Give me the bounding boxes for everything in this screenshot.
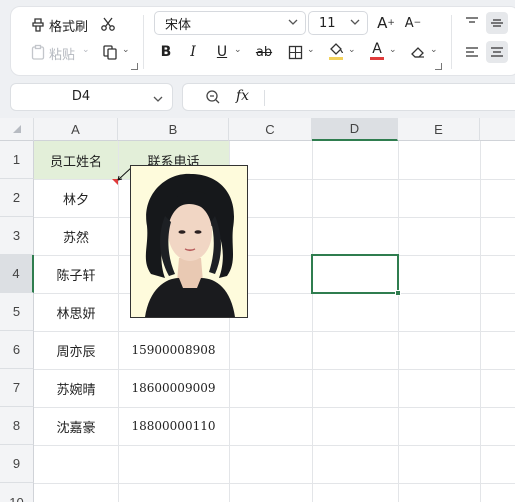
cell-a8[interactable]: 沈嘉豪	[34, 407, 118, 445]
underline-dropdown-icon[interactable]: ⌄	[234, 45, 242, 55]
row-header-5[interactable]: 5	[0, 293, 34, 331]
decrease-font-size-button[interactable]: A −	[402, 12, 424, 34]
formula-bar: fx	[182, 83, 515, 111]
font-name-select[interactable]: 宋体	[154, 11, 306, 35]
align-left-icon	[466, 47, 478, 57]
align-top-icon	[466, 17, 478, 23]
strikethrough-button[interactable]: ab	[253, 41, 275, 63]
clipboard-expand-icon[interactable]	[131, 63, 138, 70]
fill-color-swatch	[329, 57, 343, 60]
chevron-down-icon[interactable]	[152, 90, 164, 109]
column-header-c[interactable]: C	[229, 118, 312, 141]
fx-button[interactable]: fx	[236, 88, 249, 104]
formula-divider	[264, 90, 265, 106]
row-header-9[interactable]: 9	[0, 445, 34, 483]
column-header-d[interactable]: D	[312, 118, 398, 141]
align-center-icon	[491, 47, 503, 57]
row-header-3[interactable]: 3	[0, 217, 34, 255]
font-size-select[interactable]: 11	[308, 11, 368, 35]
row-header-8[interactable]: 8	[0, 407, 34, 445]
format-painter-button[interactable]: 格式刷	[49, 16, 88, 35]
zoom-icon[interactable]	[205, 89, 221, 109]
cell-a2[interactable]: 林夕	[34, 179, 118, 217]
underline-button[interactable]: U	[211, 41, 233, 63]
cut-icon[interactable]	[99, 15, 117, 33]
format-painter-icon[interactable]	[29, 15, 47, 33]
increase-font-icon: A	[377, 14, 388, 32]
cell-a1[interactable]: 员工姓名	[34, 141, 118, 179]
border-button[interactable]	[284, 41, 306, 63]
name-box[interactable]: D4	[10, 83, 173, 111]
cell-b6[interactable]: 15900008908	[118, 331, 229, 369]
select-all-corner[interactable]	[0, 118, 34, 141]
toolbar-ribbon: 格式刷 粘贴 ⌄ ⌄ 宋体 11 A + A − B I U ⌄ ab ⌄ ⌄ …	[10, 6, 515, 76]
paste-button[interactable]: 粘贴	[49, 44, 75, 63]
clear-format-dropdown-icon[interactable]: ⌄	[430, 45, 438, 55]
comment-box[interactable]	[130, 165, 248, 318]
copy-icon[interactable]	[101, 43, 119, 61]
active-cell-d4[interactable]	[311, 254, 399, 294]
font-color-swatch	[370, 57, 384, 60]
cell-a6[interactable]: 周亦辰	[34, 331, 118, 369]
cell-a3[interactable]: 苏然	[34, 217, 118, 255]
paste-icon[interactable]	[29, 43, 47, 61]
border-dropdown-icon[interactable]: ⌄	[307, 45, 315, 55]
row-header-7[interactable]: 7	[0, 369, 34, 407]
column-header-e[interactable]: E	[398, 118, 480, 141]
border-icon	[288, 45, 302, 59]
spreadsheet-grid: A B C D E 1 2 3 4 5 6 7 8 9 10 员工姓名 联系电话…	[0, 118, 515, 502]
increase-font-size-button[interactable]: A +	[375, 12, 397, 34]
fill-color-button[interactable]	[325, 40, 347, 62]
column-header-f[interactable]	[480, 118, 515, 141]
row-header-4[interactable]: 4	[0, 255, 34, 293]
bold-button[interactable]: B	[155, 41, 177, 63]
align-middle-button[interactable]	[486, 12, 508, 34]
align-middle-icon	[491, 19, 503, 27]
decrease-font-icon: A	[404, 15, 414, 31]
italic-button[interactable]: I	[182, 41, 204, 63]
align-top-button[interactable]	[461, 12, 483, 34]
cell-b8[interactable]: 18800000110	[118, 407, 229, 445]
align-center-button[interactable]	[486, 41, 508, 63]
font-expand-icon[interactable]	[435, 63, 442, 70]
row-header-2[interactable]: 2	[0, 179, 34, 217]
eraser-icon	[411, 47, 424, 58]
column-header-a[interactable]: A	[34, 118, 118, 141]
chevron-down-icon	[349, 16, 361, 32]
comment-portrait-image	[131, 166, 247, 317]
align-left-button[interactable]	[461, 41, 483, 63]
font-color-button[interactable]: A	[366, 40, 388, 62]
cell-b7[interactable]: 18600009009	[118, 369, 229, 407]
row-header-6[interactable]: 6	[0, 331, 34, 369]
font-name-value: 宋体	[165, 17, 192, 33]
row-header-1[interactable]: 1	[0, 141, 34, 179]
fill-color-dropdown-icon[interactable]: ⌄	[348, 45, 356, 55]
fill-handle[interactable]	[395, 290, 401, 296]
clear-format-button[interactable]	[407, 41, 429, 63]
cell-a4[interactable]: 陈子轩	[34, 255, 118, 293]
cell-a7[interactable]: 苏婉晴	[34, 369, 118, 407]
paste-dropdown-icon[interactable]: ⌄	[82, 45, 90, 55]
paint-bucket-icon	[330, 43, 344, 55]
copy-dropdown-icon[interactable]: ⌄	[122, 45, 130, 55]
name-box-value: D4	[71, 89, 91, 104]
row-header-10[interactable]: 10	[0, 483, 34, 502]
chevron-down-icon	[287, 16, 299, 32]
font-color-dropdown-icon[interactable]: ⌄	[389, 45, 397, 55]
font-color-icon: A	[372, 41, 382, 57]
column-header-b[interactable]: B	[118, 118, 229, 141]
font-size-value: 11	[319, 15, 336, 31]
cell-a5[interactable]: 林思妍	[34, 293, 118, 331]
